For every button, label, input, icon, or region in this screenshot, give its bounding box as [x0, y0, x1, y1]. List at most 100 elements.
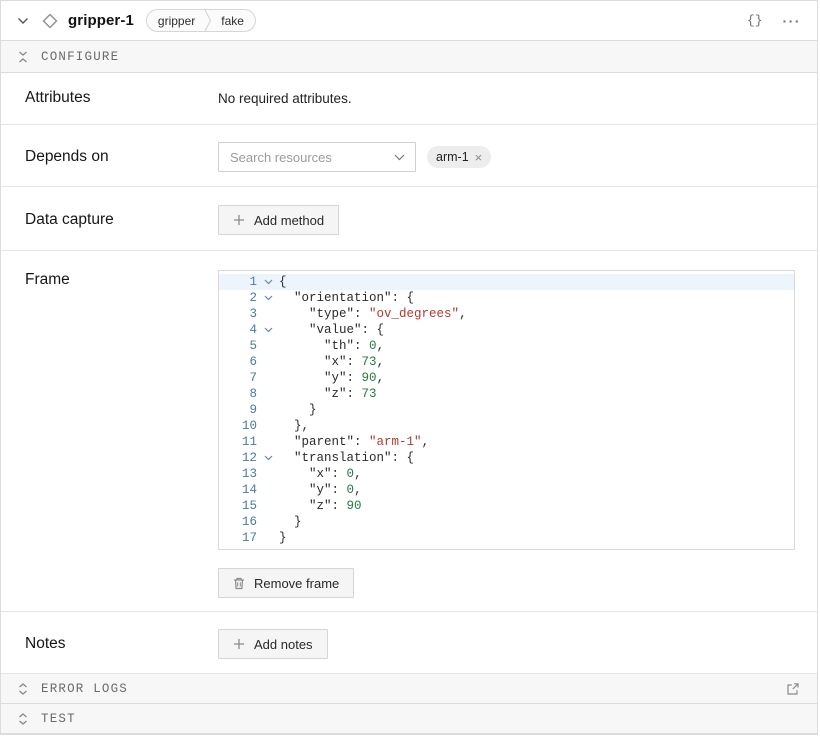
remove-frame-button[interactable]: Remove frame	[218, 568, 354, 598]
fold-gutter	[257, 514, 279, 530]
expand-section-icon[interactable]	[18, 713, 28, 725]
code-text: "th": 0,	[279, 338, 384, 354]
depends-on-label: Depends on	[25, 147, 218, 167]
code-line-13[interactable]: 13 "x": 0,	[219, 466, 794, 482]
line-number: 13	[219, 466, 257, 482]
line-number: 6	[219, 354, 257, 370]
json-mode-toggle[interactable]: {}	[747, 13, 763, 28]
code-text: }	[279, 530, 287, 546]
add-notes-button[interactable]: Add notes	[218, 629, 328, 659]
code-text: "x": 0,	[279, 466, 362, 482]
frame-label: Frame	[25, 270, 218, 290]
code-line-10[interactable]: 10 },	[219, 418, 794, 434]
line-number: 14	[219, 482, 257, 498]
gripper-component-diamond-icon	[41, 12, 59, 30]
add-notes-button-label: Add notes	[254, 637, 313, 652]
code-text: },	[279, 418, 309, 434]
test-section-header[interactable]: TEST	[1, 704, 817, 734]
card-header: gripper-1 gripper fake {} ···	[1, 1, 817, 41]
test-section-label: TEST	[41, 712, 76, 726]
code-line-1[interactable]: 1{	[219, 274, 794, 290]
code-line-6[interactable]: 6 "x": 73,	[219, 354, 794, 370]
plus-icon	[233, 214, 245, 226]
line-number: 3	[219, 306, 257, 322]
expand-section-icon[interactable]	[18, 683, 28, 695]
line-number: 8	[219, 386, 257, 402]
attributes-label: Attributes	[25, 88, 218, 108]
notes-row: Notes Add notes	[1, 612, 817, 674]
code-lines-container: 1{2 "orientation": {3 "type": "ov_degree…	[219, 274, 794, 546]
fold-gutter	[257, 466, 279, 482]
code-line-3[interactable]: 3 "type": "ov_degrees",	[219, 306, 794, 322]
data-capture-label: Data capture	[25, 210, 218, 230]
fold-chevron-down-icon[interactable]	[257, 274, 279, 290]
code-line-9[interactable]: 9 }	[219, 402, 794, 418]
trash-icon	[233, 577, 245, 590]
configure-section-header[interactable]: CONFIGURE	[1, 41, 817, 73]
collapse-card-chevron-down-icon[interactable]	[17, 17, 29, 25]
code-line-4[interactable]: 4 "value": {	[219, 322, 794, 338]
line-number: 17	[219, 530, 257, 546]
code-line-12[interactable]: 12 "translation": {	[219, 450, 794, 466]
fold-gutter	[257, 498, 279, 514]
code-line-15[interactable]: 15 "z": 90	[219, 498, 794, 514]
line-number: 2	[219, 290, 257, 306]
select-chevron-down-icon[interactable]	[394, 154, 405, 161]
fold-gutter	[257, 354, 279, 370]
model-badge: fake	[221, 14, 244, 28]
code-line-8[interactable]: 8 "z": 73	[219, 386, 794, 402]
code-line-16[interactable]: 16 }	[219, 514, 794, 530]
component-config-card: gripper-1 gripper fake {} ··· CONFIGURE …	[0, 0, 818, 735]
badge-separator-chevron-icon	[204, 9, 212, 32]
fold-gutter	[257, 306, 279, 322]
attributes-row: Attributes No required attributes.	[1, 73, 817, 125]
remove-dependency-close-icon[interactable]: ×	[475, 151, 483, 164]
code-text: "orientation": {	[279, 290, 414, 306]
code-text: "type": "ov_degrees",	[279, 306, 467, 322]
code-text: "translation": {	[279, 450, 414, 466]
overflow-menu-button[interactable]: ···	[783, 13, 802, 29]
search-resources-input[interactable]: Search resources	[218, 142, 416, 172]
component-type-model-badge: gripper fake	[146, 9, 256, 32]
fold-chevron-down-icon[interactable]	[257, 290, 279, 306]
fold-gutter	[257, 530, 279, 546]
code-line-11[interactable]: 11 "parent": "arm-1",	[219, 434, 794, 450]
error-logs-section-label: ERROR LOGS	[41, 682, 128, 696]
line-number: 12	[219, 450, 257, 466]
collapse-section-icon[interactable]	[18, 51, 28, 63]
code-line-5[interactable]: 5 "th": 0,	[219, 338, 794, 354]
fold-gutter	[257, 386, 279, 402]
frame-code-editor[interactable]: 1{2 "orientation": {3 "type": "ov_degree…	[218, 270, 795, 550]
line-number: 10	[219, 418, 257, 434]
line-number: 1	[219, 274, 257, 290]
code-line-2[interactable]: 2 "orientation": {	[219, 290, 794, 306]
type-badge: gripper	[158, 14, 195, 28]
fold-gutter	[257, 482, 279, 498]
code-text: {	[279, 274, 287, 290]
data-capture-row: Data capture Add method	[1, 187, 817, 251]
code-line-17[interactable]: 17}	[219, 530, 794, 546]
code-text: "y": 90,	[279, 370, 384, 386]
code-text: "z": 73	[279, 386, 377, 402]
fold-chevron-down-icon[interactable]	[257, 450, 279, 466]
notes-label: Notes	[25, 634, 218, 654]
code-text: "parent": "arm-1",	[279, 434, 429, 450]
code-text: "y": 0,	[279, 482, 362, 498]
fold-chevron-down-icon[interactable]	[257, 322, 279, 338]
fold-gutter	[257, 418, 279, 434]
line-number: 15	[219, 498, 257, 514]
plus-icon	[233, 638, 245, 650]
line-number: 4	[219, 322, 257, 338]
open-logs-external-link-icon[interactable]	[786, 682, 800, 696]
line-number: 16	[219, 514, 257, 530]
code-text: }	[279, 514, 302, 530]
fold-gutter	[257, 402, 279, 418]
line-number: 5	[219, 338, 257, 354]
code-line-14[interactable]: 14 "y": 0,	[219, 482, 794, 498]
depends-on-row: Depends on Search resources arm-1 ×	[1, 125, 817, 187]
code-line-7[interactable]: 7 "y": 90,	[219, 370, 794, 386]
code-text: "x": 73,	[279, 354, 384, 370]
error-logs-section-header[interactable]: ERROR LOGS	[1, 674, 817, 704]
add-method-button[interactable]: Add method	[218, 205, 339, 235]
line-number: 11	[219, 434, 257, 450]
